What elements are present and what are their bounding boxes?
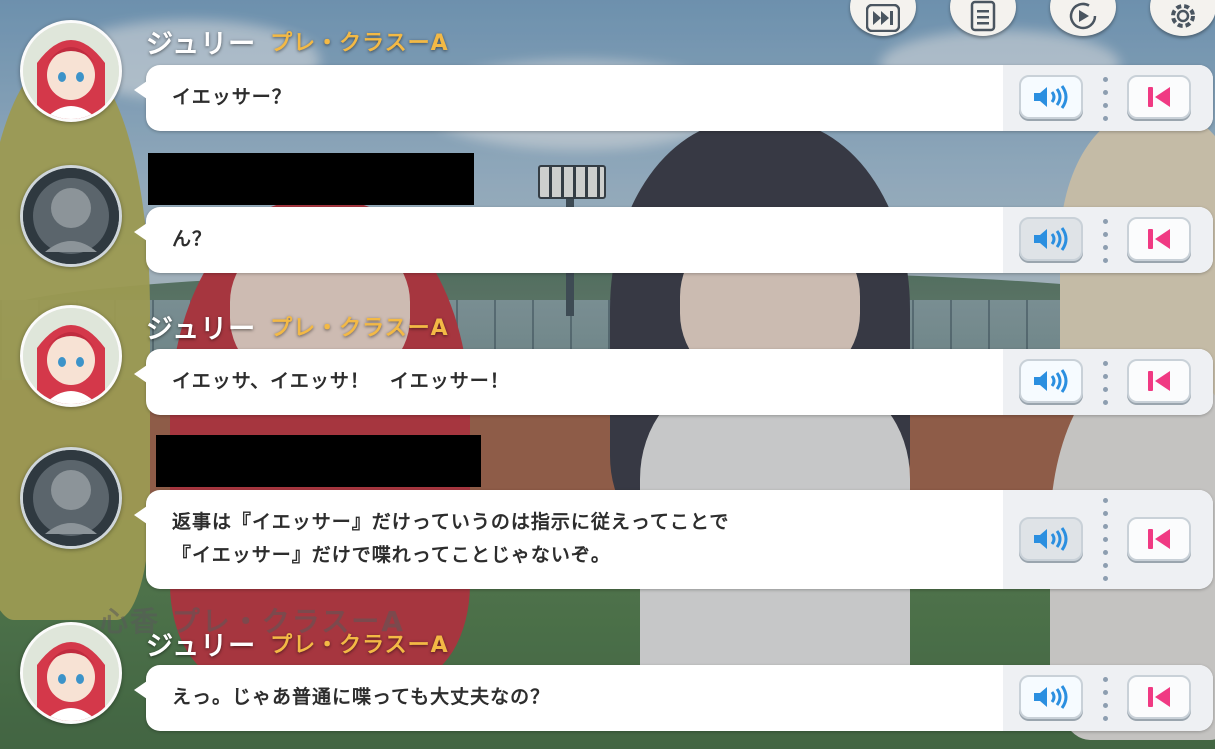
speaker-name-row: ジュリー プレ・クラスーA xyxy=(146,626,449,662)
jump-back-button[interactable] xyxy=(1127,217,1191,261)
speaker-class: プレ・クラスーA xyxy=(270,633,449,658)
speaker-wave-icon xyxy=(1034,369,1068,393)
divider-dots xyxy=(1103,361,1109,413)
jump-back-icon xyxy=(1148,371,1170,391)
jump-back-icon xyxy=(1148,687,1170,707)
dialogue-bubble: 返事は『イエッサー』だけっていうのは指示に従えってことで 『イエッサー』だけで喋… xyxy=(134,490,1213,589)
speaker-name: ジュリー xyxy=(146,313,257,345)
divider-dots xyxy=(1103,77,1109,129)
avatar-julie xyxy=(20,20,122,122)
speaker-wave-icon xyxy=(1034,85,1068,109)
speaker-name-row: ジュリー プレ・クラスーA xyxy=(146,24,449,60)
speaker-wave-icon xyxy=(1034,527,1068,551)
speaker-name-row: ジュリー プレ・クラスーA xyxy=(146,309,449,345)
voice-replay-button[interactable] xyxy=(1019,75,1083,119)
voice-replay-button[interactable] xyxy=(1019,359,1083,403)
log-document-icon xyxy=(970,0,996,32)
dialogue-line: イエッサー？ xyxy=(172,86,292,108)
dialogue-line: イエッサ、イエッサ！ イエッサー！ xyxy=(172,370,510,392)
jump-back-icon xyxy=(1148,229,1170,249)
entry-controls xyxy=(1003,349,1213,415)
entry-controls xyxy=(1003,65,1213,131)
dialogue-bubble: えっ。じゃあ普通に喋っても大丈夫なの？ xyxy=(134,665,1213,731)
jump-back-button[interactable] xyxy=(1127,75,1191,119)
divider-dots xyxy=(1103,219,1109,271)
speaker-wave-icon xyxy=(1034,227,1068,251)
redacted-name xyxy=(156,435,481,487)
jump-back-icon xyxy=(1148,529,1170,549)
divider-dots xyxy=(1103,498,1109,589)
skip-forward-icon xyxy=(866,4,900,32)
jump-back-icon xyxy=(1148,87,1170,107)
speaker-wave-icon xyxy=(1034,685,1068,709)
jump-back-button[interactable] xyxy=(1127,517,1191,561)
jump-back-button[interactable] xyxy=(1127,359,1191,403)
avatar-player xyxy=(20,447,122,549)
voice-replay-button[interactable] xyxy=(1019,675,1083,719)
speaker-class: プレ・クラスーA xyxy=(270,31,449,56)
dialogue-line: 返事は『イエッサー』だけっていうのは指示に従えってことで xyxy=(172,511,730,533)
voice-replay-button[interactable] xyxy=(1019,517,1083,561)
divider-dots xyxy=(1103,677,1109,729)
speaker-name: ジュリー xyxy=(146,28,257,60)
dialogue-bubble: イエッサー？ xyxy=(134,65,1213,131)
avatar-julie xyxy=(20,305,122,407)
entry-controls xyxy=(1003,490,1213,589)
redacted-name xyxy=(148,153,474,205)
speaker-class: プレ・クラスーA xyxy=(270,316,449,341)
dialogue-line: 『イエッサー』だけで喋れってことじゃないぞ。 xyxy=(172,544,611,566)
voice-replay-button[interactable] xyxy=(1019,217,1083,261)
dialogue-line: ん？ xyxy=(172,228,213,250)
dialogue-bubble: イエッサ、イエッサ！ イエッサー！ xyxy=(134,349,1213,415)
dialogue-bubble: ん？ xyxy=(134,207,1213,273)
avatar-player xyxy=(20,165,122,267)
entry-controls xyxy=(1003,207,1213,273)
gear-icon xyxy=(1171,4,1195,28)
auto-play-icon xyxy=(1069,2,1097,30)
avatar-julie xyxy=(20,622,122,724)
dialogue-line: えっ。じゃあ普通に喋っても大丈夫なの？ xyxy=(172,686,551,708)
speaker-name: ジュリー xyxy=(146,630,257,662)
entry-controls xyxy=(1003,665,1213,731)
jump-back-button[interactable] xyxy=(1127,675,1191,719)
